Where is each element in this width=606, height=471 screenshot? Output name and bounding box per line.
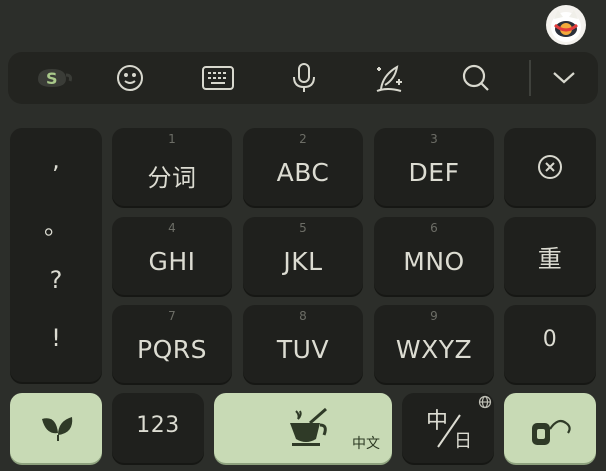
key-label: 0 [542, 327, 558, 352]
key-2-abc[interactable]: 2 ABC [243, 128, 363, 206]
sogou-logo-icon[interactable]: S [26, 52, 78, 104]
key-label: PQRS [137, 335, 207, 364]
space-key[interactable]: 中文 [214, 393, 392, 463]
key-0[interactable]: 0 [504, 305, 596, 383]
key-number: 6 [430, 221, 438, 235]
numeric-mode-key[interactable]: 123 [112, 393, 204, 463]
toolbar-separator [529, 60, 531, 96]
mascot-avatar-icon[interactable] [546, 5, 586, 45]
key-number: 4 [168, 221, 176, 235]
delete-icon [538, 155, 562, 179]
key-label: TUV [276, 335, 330, 364]
top-bar [0, 0, 606, 48]
keyboard-icon[interactable] [192, 52, 244, 104]
enter-icon [532, 419, 571, 445]
teapot-icon [290, 407, 327, 446]
key-number: 2 [299, 132, 307, 146]
key-number: 1 [168, 132, 176, 146]
punct-exclaim-key[interactable]: ! [10, 324, 102, 352]
key-4-ghi[interactable]: 4 GHI [112, 217, 232, 295]
search-icon[interactable] [450, 52, 502, 104]
key-number: 3 [430, 132, 438, 146]
language-switch-key[interactable]: 中 日 [402, 393, 494, 463]
key-1-segment[interactable]: 1 分词 [112, 128, 232, 206]
space-language-label: 中文 [352, 436, 380, 452]
backspace-key[interactable] [504, 128, 596, 206]
key-number: 9 [430, 309, 438, 323]
handwriting-icon[interactable] [364, 52, 416, 104]
key-label: JKL [283, 247, 323, 276]
punctuation-column: , 。 ? ! [10, 128, 102, 382]
key-3-def[interactable]: 3 DEF [374, 128, 494, 206]
svg-text:S: S [46, 69, 58, 88]
enter-key[interactable] [504, 393, 596, 463]
sogou-menu-key[interactable] [10, 393, 102, 463]
key-label: MNO [403, 247, 465, 276]
chevron-down-icon[interactable] [538, 52, 590, 104]
key-number: 8 [299, 309, 307, 323]
key-label: 分词 [147, 164, 197, 192]
leaf-icon [42, 417, 73, 441]
key-label: ABC [276, 158, 330, 187]
reenter-key[interactable]: 重 [504, 217, 596, 295]
key-label: GHI [148, 247, 196, 276]
key-number: 7 [168, 309, 176, 323]
globe-icon [478, 395, 492, 409]
key-6-mno[interactable]: 6 MNO [374, 217, 494, 295]
punct-period-key[interactable]: 。 [10, 206, 102, 241]
punct-question-key[interactable]: ? [10, 266, 102, 294]
key-label: WXYZ [395, 335, 473, 364]
lang-bottom-label: 日 [454, 431, 472, 452]
key-number: 5 [299, 221, 307, 235]
key-label: 123 [136, 413, 180, 438]
keyboard-toolbar: S [8, 52, 598, 104]
key-9-wxyz[interactable]: 9 WXYZ [374, 305, 494, 383]
key-label: 重 [537, 245, 563, 273]
punct-comma-key[interactable]: , [10, 146, 102, 174]
microphone-icon[interactable] [278, 52, 330, 104]
key-8-tuv[interactable]: 8 TUV [243, 305, 363, 383]
emoji-icon[interactable] [104, 52, 156, 104]
key-7-pqrs[interactable]: 7 PQRS [112, 305, 232, 383]
key-label: DEF [408, 158, 460, 187]
key-5-jkl[interactable]: 5 JKL [243, 217, 363, 295]
